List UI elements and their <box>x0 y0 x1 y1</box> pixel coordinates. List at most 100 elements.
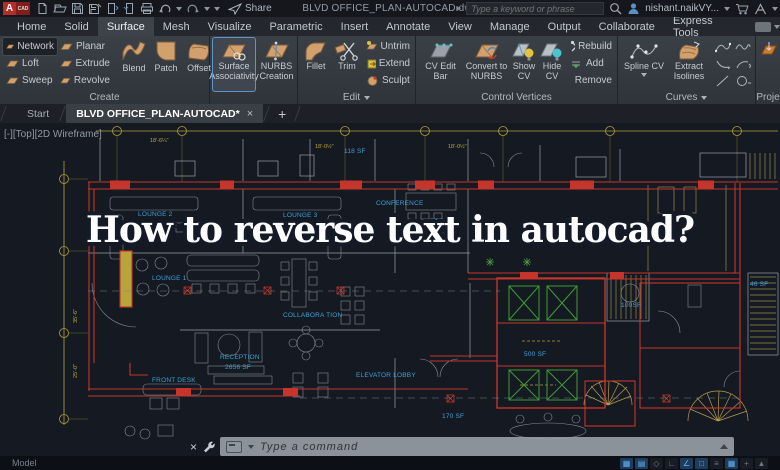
extrude-button[interactable]: Extrude <box>57 55 113 72</box>
command-input-bar[interactable]: Type a command <box>220 437 734 456</box>
panel-label-project[interactable]: Proje <box>756 91 780 104</box>
annotation-scale-icon[interactable]: ▲ <box>755 458 768 469</box>
redo-icon[interactable] <box>186 3 200 15</box>
add-button[interactable]: Add <box>567 55 615 72</box>
search-icon[interactable] <box>609 2 622 15</box>
planar-button[interactable]: Planar <box>57 38 113 55</box>
redo-dropdown-icon[interactable] <box>204 7 210 11</box>
extend-button[interactable]: Extend <box>363 55 413 72</box>
save-icon[interactable] <box>71 2 84 15</box>
viewport-view-control[interactable]: [Top] <box>13 129 35 140</box>
panel-label-control-vertices[interactable]: Control Vertices <box>416 91 617 104</box>
loft-button[interactable]: Loft <box>3 55 57 72</box>
tab-home[interactable]: Home <box>8 17 55 36</box>
hide-cv-button[interactable]: Hide CV <box>539 38 565 91</box>
close-tab-icon[interactable]: × <box>247 108 253 120</box>
tab-view[interactable]: View <box>439 17 481 36</box>
undo-dropdown-icon[interactable] <box>176 7 182 11</box>
open-file-icon[interactable] <box>53 2 67 15</box>
rebuild-button[interactable]: Rebuild <box>567 38 615 55</box>
command-dropdown-icon[interactable] <box>248 445 254 449</box>
autocad-logo[interactable]: A CAD <box>3 2 30 15</box>
floor-plan-drawing[interactable] <box>0 123 780 470</box>
recent-commands-icon[interactable] <box>226 441 242 453</box>
lineweight-toggle-icon[interactable]: ≡ <box>710 458 723 469</box>
save-web-mobile-icon[interactable] <box>123 2 136 15</box>
qat-customize-icon[interactable] <box>214 7 220 11</box>
search-input[interactable] <box>466 2 604 15</box>
user-avatar-icon[interactable] <box>627 2 640 15</box>
model-space-label[interactable]: Model <box>12 458 37 468</box>
cv-edit-bar-button[interactable]: CV Edit Bar <box>419 38 462 91</box>
sculpt-button[interactable]: Sculpt <box>363 72 413 89</box>
save-as-icon[interactable] <box>88 2 102 15</box>
tab-insert[interactable]: Insert <box>332 17 378 36</box>
spline-fit-icon[interactable] <box>715 41 731 53</box>
patch-button[interactable]: Patch <box>151 38 181 91</box>
surface-associativity-button[interactable]: Surface Associativity <box>213 38 255 91</box>
extract-isolines-button[interactable]: Extract Isolines <box>669 38 709 91</box>
blend-button[interactable]: Blend <box>119 38 149 91</box>
file-tab-start[interactable]: Start <box>17 104 59 123</box>
convert-to-nurbs-button[interactable]: Convert to NURBS <box>464 38 509 91</box>
new-drawing-tab-button[interactable]: + <box>270 104 294 123</box>
arc-icon[interactable] <box>735 58 751 70</box>
command-prompt[interactable]: Type a command <box>260 441 358 453</box>
drawing-canvas[interactable]: [-][Top][2D Wireframe] 118 SF LOUNGE 2 L… <box>0 123 780 470</box>
app-store-cart-icon[interactable] <box>735 3 749 15</box>
snap-toggle-icon[interactable]: ▤ <box>635 458 648 469</box>
infer-constraints-icon[interactable]: ◇ <box>650 458 663 469</box>
show-cv-button[interactable]: Show CV <box>511 38 537 91</box>
sweep-button[interactable]: Sweep <box>3 72 57 89</box>
nurbs-creation-button[interactable]: NURBS Creation <box>258 38 295 91</box>
blend-curve-icon[interactable] <box>715 58 731 70</box>
autodesk-a-icon[interactable] <box>754 3 767 15</box>
line-icon[interactable] <box>715 75 731 87</box>
selection-cycling-icon[interactable]: + <box>740 458 753 469</box>
tab-output[interactable]: Output <box>539 17 590 36</box>
undo-icon[interactable] <box>158 3 172 15</box>
ortho-toggle-icon[interactable]: ∟ <box>665 458 678 469</box>
autodesk-dropdown-icon[interactable] <box>772 7 778 11</box>
project-geometry-icon[interactable] <box>760 40 778 60</box>
panel-label-create[interactable]: Create <box>0 91 209 104</box>
command-history-icon[interactable] <box>720 444 728 449</box>
transparency-toggle-icon[interactable]: ▦ <box>725 458 738 469</box>
username[interactable]: nishant.naikVY... <box>645 3 719 14</box>
new-file-icon[interactable] <box>36 2 49 15</box>
osnap-toggle-icon[interactable]: □ <box>695 458 708 469</box>
circle-icon[interactable] <box>735 75 751 87</box>
search-expand-icon[interactable]: ▸ <box>456 3 461 14</box>
polar-tracking-icon[interactable]: ∠ <box>680 458 693 469</box>
spline-cv-button[interactable]: Spline CV <box>621 38 667 91</box>
tab-annotate[interactable]: Annotate <box>377 17 439 36</box>
fillet-button[interactable]: Fillet <box>301 38 331 91</box>
open-web-mobile-icon[interactable] <box>106 2 119 15</box>
panel-label-curves[interactable]: Curves <box>618 91 755 104</box>
tab-parametric[interactable]: Parametric <box>260 17 331 36</box>
tab-surface[interactable]: Surface <box>98 17 154 36</box>
file-tab-drawing[interactable]: BLVD OFFICE_PLAN-AUTOCAD* × <box>66 104 263 123</box>
trim-button[interactable]: Trim <box>333 38 361 91</box>
grid-toggle-icon[interactable]: ▦ <box>620 458 633 469</box>
tab-express-tools[interactable]: Express Tools <box>664 17 741 36</box>
freehand-sketch-icon[interactable] <box>735 41 751 53</box>
untrim-button[interactable]: Untrim <box>363 38 413 55</box>
viewport-minimize-control[interactable]: [-] <box>4 129 13 140</box>
network-button[interactable]: Network <box>3 38 57 55</box>
viewport-controls: [-][Top][2D Wireframe] <box>4 129 102 140</box>
close-command-line-icon[interactable]: × <box>190 440 197 454</box>
tab-mesh[interactable]: Mesh <box>154 17 199 36</box>
tab-collaborate[interactable]: Collaborate <box>590 17 664 36</box>
tab-manage[interactable]: Manage <box>481 17 539 36</box>
user-dropdown-icon[interactable] <box>724 7 730 11</box>
tab-visualize[interactable]: Visualize <box>199 17 261 36</box>
revolve-button[interactable]: Revolve <box>57 72 113 89</box>
ribbon-display-options-button[interactable] <box>755 17 780 36</box>
viewport-visual-style-control[interactable]: [2D Wireframe] <box>35 129 102 140</box>
tab-solid[interactable]: Solid <box>55 17 97 36</box>
customize-wrench-icon[interactable] <box>202 440 215 453</box>
plot-icon[interactable] <box>140 2 154 15</box>
panel-label-edit[interactable]: Edit <box>298 91 415 104</box>
remove-button[interactable]: Remove <box>567 72 615 89</box>
